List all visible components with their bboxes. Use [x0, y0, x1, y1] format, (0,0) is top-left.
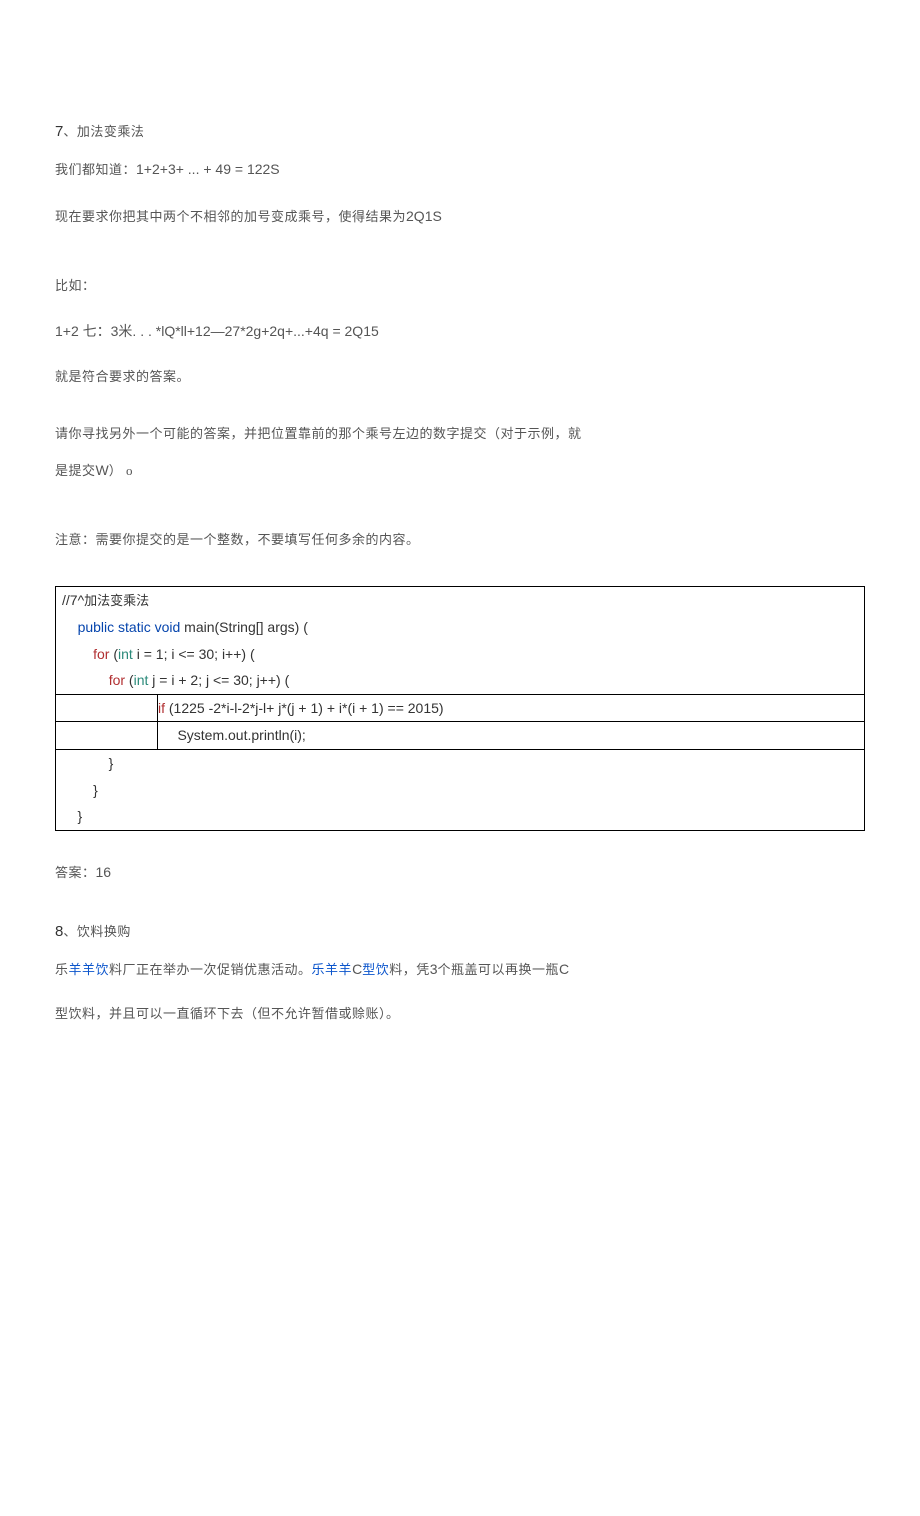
- code-l2a: [62, 619, 78, 635]
- q7-title-text: 、加法变乘法: [63, 124, 144, 139]
- code-l4a: [62, 672, 109, 688]
- q8-p1i: 个瓶盖可以再换一瓶: [438, 962, 560, 977]
- q7-p1b: 1+2+3+ ... + 49 = 122S: [136, 161, 280, 177]
- code-line-8: }: [56, 777, 864, 804]
- code-l3b: for: [93, 646, 109, 662]
- q8-p1j: C: [559, 961, 569, 977]
- code-l5-left: [56, 695, 158, 722]
- q8-p1e: C: [352, 961, 362, 977]
- q8-p1d: 乐羊羊: [312, 962, 353, 977]
- answer-line: 答案：16: [55, 861, 865, 884]
- code-l3c: (: [109, 646, 118, 662]
- q8-p1f: 型饮: [362, 962, 389, 977]
- q8-p1a: 乐: [55, 962, 69, 977]
- q7-p7b: W: [96, 462, 109, 478]
- code-line-4: for (int j = i + 2; j <= 30; j++) (: [56, 667, 864, 694]
- code-l6-right: System.out.println(i);: [158, 722, 864, 749]
- q7-p4-text: 1+2 七：3米. . . *lQ*ll+12—27*2g+2q+...+4q …: [55, 323, 379, 339]
- q8-title: 8、饮料换购: [55, 920, 865, 944]
- code-line-7: }: [56, 750, 864, 777]
- code-line-1: //7^加法变乘法: [56, 587, 864, 614]
- code-block: //7^加法变乘法 public static void main(String…: [55, 586, 865, 830]
- code-l4d: int: [134, 672, 149, 688]
- code-l1a: //7^: [62, 592, 84, 608]
- q7-p4: 1+2 七：3米. . . *lQ*ll+12—27*2g+2q+...+4q …: [55, 320, 865, 343]
- code-l2b: public static void: [78, 619, 181, 635]
- code-line-3: for (int i = 1; i <= 30; i++) (: [56, 641, 864, 668]
- q7-title: 7、加法变乘法: [55, 120, 865, 144]
- q8-p1h: 3: [430, 961, 438, 977]
- code-l3e: i = 1; i <= 30; i++) (: [133, 646, 255, 662]
- code-line-9: }: [56, 803, 864, 830]
- q7-p7c: ） o: [109, 463, 133, 478]
- code-l3d: int: [118, 646, 133, 662]
- answer-value: 16: [96, 864, 112, 880]
- code-line-6: System.out.println(i);: [56, 722, 864, 750]
- code-l5b: if: [158, 700, 165, 716]
- q8-p1g: 料，凭: [389, 962, 430, 977]
- q8-p2: 型饮料，并且可以一直循环下去（但不允许暂借或赊账）。: [55, 1004, 865, 1025]
- code-l6-left: [56, 722, 158, 749]
- code-l3a: [62, 646, 93, 662]
- q7-p2b: 2Q1S: [406, 208, 442, 224]
- code-l5-right: if (1225 -2*i-l-2*j-l+ j*(j + 1) + i*(i …: [158, 695, 864, 722]
- answer-label: 答案：: [55, 865, 96, 880]
- q8-p1c: 料厂正在举办一次促销优惠活动。: [109, 962, 312, 977]
- code-l1b: 加法变乘法: [84, 593, 149, 608]
- q7-p1: 我们都知道：1+2+3+ ... + 49 = 122S: [55, 158, 865, 181]
- q7-p3: 比如：: [55, 276, 865, 297]
- code-line-2: public static void main(String[] args) (: [56, 614, 864, 641]
- code-l5c: (1225 -2*i-l-2*j-l+ j*(j + 1) + i*(i + 1…: [165, 700, 444, 716]
- q7-p6: 请你寻找另外一个可能的答案，并把位置靠前的那个乘号左边的数字提交（对于示例，就: [55, 424, 865, 445]
- q7-p2a: 现在要求你把其中两个不相邻的加号变成乘号，使得结果为: [55, 209, 406, 224]
- q7-p5: 就是符合要求的答案。: [55, 367, 865, 388]
- code-l4c: (: [125, 672, 134, 688]
- document-page: 7、加法变乘法 我们都知道：1+2+3+ ... + 49 = 122S 现在要…: [0, 0, 920, 1109]
- q7-p7a: 是提交: [55, 463, 96, 478]
- q7-p2: 现在要求你把其中两个不相邻的加号变成乘号，使得结果为2Q1S: [55, 205, 865, 228]
- q7-p8: 注意：需要你提交的是一个整数，不要填写任何多余的内容。: [55, 530, 865, 551]
- q7-p1a: 我们都知道：: [55, 162, 136, 177]
- code-l4b: for: [109, 672, 125, 688]
- q8-p1: 乐羊羊饮料厂正在举办一次促销优惠活动。乐羊羊C型饮料，凭3个瓶盖可以再换一瓶C: [55, 958, 865, 981]
- code-l4e: j = i + 2; j <= 30; j++) (: [148, 672, 289, 688]
- q7-p7: 是提交W） o: [55, 459, 865, 482]
- code-l2c: main(String[] args) (: [180, 619, 308, 635]
- q8-p1b: 羊羊饮: [69, 962, 110, 977]
- code-line-5: if (1225 -2*i-l-2*j-l+ j*(j + 1) + i*(i …: [56, 694, 864, 723]
- q8-title-text: 、饮料换购: [63, 924, 131, 939]
